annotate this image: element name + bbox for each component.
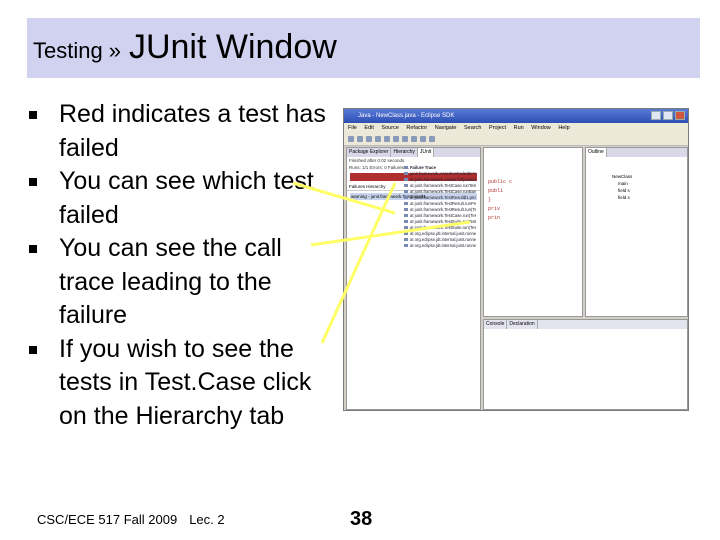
footer-lecture: Lec. 2: [189, 512, 225, 527]
page-number: 38: [350, 508, 373, 530]
footer-course: CSC/ECE 517 Fall 2009: [37, 512, 178, 527]
callout-line-which-test: [292, 181, 396, 215]
callout-line-call-trace: [310, 220, 471, 247]
footer: CSC/ECE 517 Fall 2009 Lec. 2: [37, 512, 225, 527]
callout-lines: [292, 181, 471, 344]
callout-line-hierarchy: [320, 182, 397, 344]
